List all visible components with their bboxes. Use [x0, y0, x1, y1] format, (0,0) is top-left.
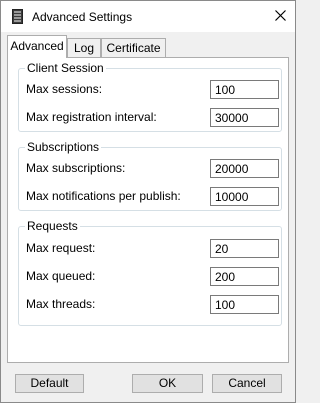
- max-request-label: Max request:: [26, 241, 96, 255]
- cancel-button[interactable]: Cancel: [212, 374, 282, 393]
- group-title-requests: Requests: [25, 218, 80, 234]
- close-icon[interactable]: [274, 9, 286, 24]
- max-queued-input[interactable]: [210, 267, 279, 286]
- max-registration-interval-label: Max registration interval:: [26, 110, 157, 124]
- group-client-session: Client Session Max sessions: Max registr…: [18, 60, 282, 132]
- ok-button[interactable]: OK: [132, 374, 203, 393]
- default-button[interactable]: Default: [15, 374, 84, 393]
- max-subscriptions-label: Max subscriptions:: [26, 161, 126, 175]
- group-requests: Requests Max request: Max queued: Max th…: [18, 218, 282, 326]
- max-sessions-label: Max sessions:: [26, 82, 103, 96]
- max-threads-input[interactable]: [210, 295, 279, 314]
- group-subscriptions: Subscriptions Max subscriptions: Max not…: [18, 139, 282, 211]
- max-queued-label: Max queued:: [26, 269, 96, 283]
- group-title-client-session: Client Session: [25, 60, 106, 76]
- max-sessions-input[interactable]: [210, 80, 279, 99]
- max-threads-label: Max threads:: [26, 297, 96, 311]
- max-notifications-per-publish-label: Max notifications per publish:: [26, 189, 181, 203]
- group-title-subscriptions: Subscriptions: [25, 139, 102, 155]
- advanced-settings-window: Advanced Settings Advanced Log Certifica…: [0, 0, 296, 403]
- tab-certificate[interactable]: Certificate: [101, 38, 166, 57]
- max-notifications-per-publish-input[interactable]: [210, 187, 279, 206]
- tab-panel-advanced: Client Session Max sessions: Max registr…: [7, 57, 289, 363]
- window-title: Advanced Settings: [32, 10, 133, 24]
- tab-log[interactable]: Log: [67, 38, 101, 57]
- title-bar: Advanced Settings: [1, 1, 295, 32]
- max-registration-interval-input[interactable]: [210, 108, 279, 127]
- tab-advanced[interactable]: Advanced: [7, 35, 67, 58]
- close-button[interactable]: [265, 1, 295, 32]
- max-subscriptions-input[interactable]: [210, 159, 279, 178]
- app-icon: [12, 9, 23, 24]
- max-request-input[interactable]: [210, 239, 279, 258]
